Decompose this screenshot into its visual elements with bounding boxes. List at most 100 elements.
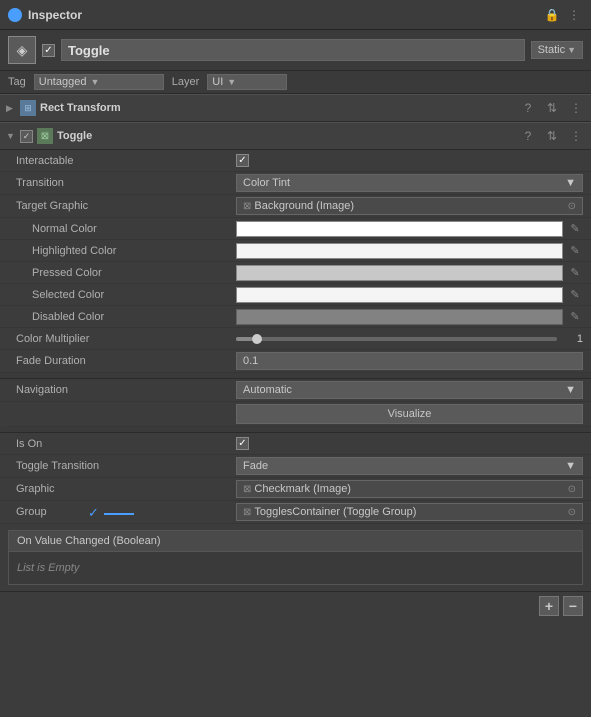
color-multiplier-fill xyxy=(236,337,252,341)
toggle-settings-icon[interactable]: ⇅ xyxy=(543,127,561,145)
transition-label: Transition xyxy=(16,177,236,189)
tag-layer-row: Tag Untagged ▼ Layer UI ▼ xyxy=(0,71,591,94)
disabled-color-swatch[interactable] xyxy=(236,309,563,325)
color-multiplier-number: 1 xyxy=(563,333,583,345)
group-blue-line xyxy=(104,513,134,515)
pressed-color-pick-icon[interactable]: ✎ xyxy=(567,265,583,281)
disabled-color-row: Disabled Color ✎ xyxy=(0,306,591,328)
group-field[interactable]: ⊠ TogglesContainer (Toggle Group) ⊙ xyxy=(236,503,583,521)
target-graphic-label: Target Graphic xyxy=(16,200,236,212)
selected-color-swatch[interactable] xyxy=(236,287,563,303)
remove-component-button[interactable]: − xyxy=(563,596,583,616)
title-bar-actions: 🔒 ⋮ xyxy=(543,6,583,24)
disabled-color-label: Disabled Color xyxy=(32,311,236,323)
navigation-value: Automatic ▼ xyxy=(236,381,583,399)
rect-transform-menu-icon[interactable]: ⋮ xyxy=(567,99,585,117)
graphic-field[interactable]: ⊠ Checkmark (Image) ⊙ xyxy=(236,480,583,498)
disabled-color-value: ✎ xyxy=(236,309,583,325)
static-button[interactable]: Static ▼ xyxy=(531,41,583,59)
toggle-section-actions: ? ⇅ ⋮ xyxy=(519,127,585,145)
selected-color-row: Selected Color ✎ xyxy=(0,284,591,306)
pressed-color-value: ✎ xyxy=(236,265,583,281)
fade-duration-row: Fade Duration xyxy=(0,350,591,373)
rect-transform-help-icon[interactable]: ? xyxy=(519,99,537,117)
group-row: Group ✓ ⊠ TogglesContainer (Toggle Group… xyxy=(0,501,591,524)
layer-dropdown[interactable]: UI ▼ xyxy=(207,74,287,90)
object-header: ◈ ✓ Static ▼ xyxy=(0,30,591,71)
toggle-component-checkbox[interactable]: ✓ xyxy=(20,130,33,143)
target-graphic-target-icon[interactable]: ⊙ xyxy=(568,201,576,212)
group-value: ⊠ TogglesContainer (Toggle Group) ⊙ xyxy=(236,503,583,521)
toggle-transition-dropdown-arrow: ▼ xyxy=(565,460,576,472)
color-multiplier-thumb[interactable] xyxy=(252,334,262,344)
rect-transform-section[interactable]: ▶ ⊞ Rect Transform ? ⇅ ⋮ xyxy=(0,94,591,122)
add-component-button[interactable]: + xyxy=(539,596,559,616)
navigation-row: Navigation Automatic ▼ xyxy=(0,379,591,402)
toggle-transition-row: Toggle Transition Fade ▼ xyxy=(0,455,591,478)
group-img-icon: ⊠ xyxy=(243,507,251,518)
bottom-actions: + − xyxy=(0,591,591,620)
event-box: On Value Changed (Boolean) List is Empty xyxy=(8,530,583,585)
is-on-row: Is On ✓ xyxy=(0,433,591,455)
group-annotation-check: ✓ xyxy=(88,505,134,521)
color-multiplier-track[interactable] xyxy=(236,337,557,341)
tag-dropdown[interactable]: Untagged ▼ xyxy=(34,74,164,90)
target-graphic-row: Target Graphic ⊠ Background (Image) ⊙ xyxy=(0,195,591,218)
highlighted-color-row: Highlighted Color ✎ xyxy=(0,240,591,262)
selected-color-pick-icon[interactable]: ✎ xyxy=(567,287,583,303)
highlighted-color-value: ✎ xyxy=(236,243,583,259)
tag-dropdown-arrow: ▼ xyxy=(90,77,99,87)
navigation-dropdown-arrow: ▼ xyxy=(565,384,576,396)
toggle-chevron: ▼ xyxy=(6,131,16,141)
normal-color-label: Normal Color xyxy=(32,223,236,235)
inspector-body: ◈ ✓ Static ▼ Tag Untagged ▼ Layer UI ▼ ▶… xyxy=(0,30,591,717)
interactable-checkbox[interactable]: ✓ xyxy=(236,154,249,167)
visualize-button[interactable]: Visualize xyxy=(236,404,583,424)
menu-icon[interactable]: ⋮ xyxy=(565,6,583,24)
object-name-input[interactable] xyxy=(61,39,525,61)
pressed-color-swatch[interactable] xyxy=(236,265,563,281)
fade-duration-input[interactable] xyxy=(236,352,583,370)
graphic-target-icon[interactable]: ⊙ xyxy=(568,484,576,495)
toggle-transition-dropdown[interactable]: Fade ▼ xyxy=(236,457,583,475)
lock-icon[interactable]: 🔒 xyxy=(543,6,561,24)
toggle-menu-icon[interactable]: ⋮ xyxy=(567,127,585,145)
disabled-color-pick-icon[interactable]: ✎ xyxy=(567,309,583,325)
pressed-color-row: Pressed Color ✎ xyxy=(0,262,591,284)
normal-color-swatch[interactable] xyxy=(236,221,563,237)
toggle-section-title: Toggle xyxy=(57,130,515,142)
highlighted-color-swatch[interactable] xyxy=(236,243,563,259)
toggle-help-icon[interactable]: ? xyxy=(519,127,537,145)
visualize-row: Visualize xyxy=(8,402,591,427)
toggle-transition-value: Fade ▼ xyxy=(236,457,583,475)
object-type-icon: ◈ xyxy=(8,36,36,64)
rect-transform-settings-icon[interactable]: ⇅ xyxy=(543,99,561,117)
transition-value: Color Tint ▼ xyxy=(236,174,583,192)
transition-dropdown[interactable]: Color Tint ▼ xyxy=(236,174,583,192)
highlighted-color-label: Highlighted Color xyxy=(32,245,236,257)
is-on-label: Is On xyxy=(16,438,236,450)
normal-color-row: Normal Color ✎ xyxy=(0,218,591,240)
fade-duration-label: Fade Duration xyxy=(16,355,236,367)
graphic-label: Graphic xyxy=(16,483,236,495)
inspector-icon xyxy=(8,8,22,22)
color-multiplier-value: 1 xyxy=(236,333,583,345)
toggle-component-icon: ⊠ xyxy=(37,128,53,144)
group-target-icon[interactable]: ⊙ xyxy=(568,507,576,518)
toggle-section[interactable]: ▼ ✓ ⊠ Toggle ? ⇅ ⋮ xyxy=(0,122,591,150)
is-on-checkbox[interactable]: ✓ xyxy=(236,437,249,450)
selected-color-value: ✎ xyxy=(236,287,583,303)
target-graphic-value: ⊠ Background (Image) ⊙ xyxy=(236,197,583,215)
rect-transform-title: Rect Transform xyxy=(40,102,515,114)
normal-color-pick-icon[interactable]: ✎ xyxy=(567,221,583,237)
title-bar: Inspector 🔒 ⋮ xyxy=(0,0,591,30)
static-dropdown-arrow: ▼ xyxy=(567,45,576,55)
inspector-title: Inspector xyxy=(28,8,537,22)
navigation-dropdown[interactable]: Automatic ▼ xyxy=(236,381,583,399)
target-graphic-field[interactable]: ⊠ Background (Image) ⊙ xyxy=(236,197,583,215)
highlighted-color-pick-icon[interactable]: ✎ xyxy=(567,243,583,259)
transition-row: Transition Color Tint ▼ xyxy=(0,172,591,195)
object-active-checkbox[interactable]: ✓ xyxy=(42,44,55,57)
layer-label: Layer xyxy=(172,76,200,88)
color-multiplier-label: Color Multiplier xyxy=(16,333,236,345)
